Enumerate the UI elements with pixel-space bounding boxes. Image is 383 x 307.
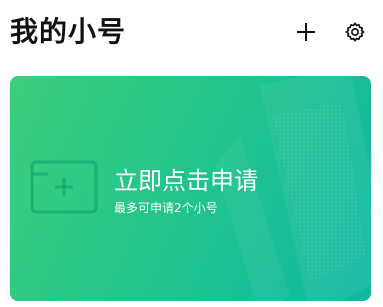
page-title: 我的小号 (10, 15, 127, 48)
card-title: 立即点击申请 (114, 167, 258, 195)
header: 我的小号 (0, 0, 383, 66)
add-card-icon (30, 160, 98, 214)
apply-sub-account-card[interactable]: 立即点击申请 最多可申请2个小号 (10, 76, 371, 301)
my-sub-accounts-page: 我的小号 立即点击申请 最多可申请2个小号 (0, 0, 383, 307)
card-subtitle: 最多可申请2个小号 (114, 201, 218, 215)
gear-icon (345, 22, 365, 42)
add-button[interactable] (293, 19, 319, 45)
plus-icon (297, 23, 315, 41)
settings-button[interactable] (342, 19, 368, 45)
